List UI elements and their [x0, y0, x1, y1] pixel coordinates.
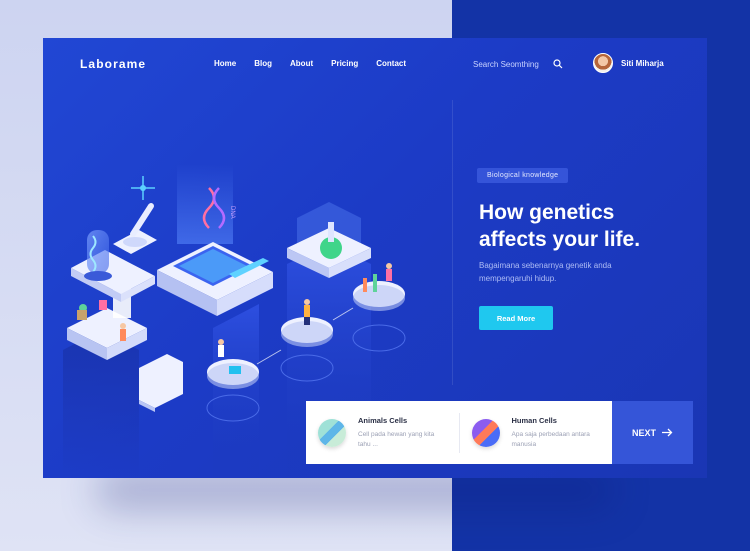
cell-title: Animals Cells	[358, 415, 408, 425]
nav-about[interactable]: About	[290, 59, 313, 68]
search-bar	[473, 59, 563, 69]
nav-contact[interactable]: Contact	[376, 59, 406, 68]
human-cell-icon	[471, 418, 500, 447]
cell-title: Human Cells	[511, 415, 557, 425]
dna-machine: DNA	[157, 164, 273, 478]
read-more-button[interactable]: Read More	[479, 306, 553, 330]
dna-label: DNA	[229, 206, 235, 219]
cell-desc: Apa saja perbedaan antara manusia	[511, 430, 590, 448]
hero-title: How genetics affects your life.	[479, 199, 707, 253]
hero-title-line2: affects your life.	[479, 228, 641, 251]
nav-blog[interactable]: Blog	[254, 59, 272, 68]
hero-subtitle: Bagaimana sebenarnya genetik anda mempen…	[479, 261, 612, 283]
cell-desc: Cell pada hewan yang kita tahu ...	[358, 430, 435, 448]
nav-pricing[interactable]: Pricing	[331, 59, 358, 68]
main-nav: Home Blog About Pricing Contact	[214, 59, 424, 68]
nav-home[interactable]: Home	[214, 59, 236, 68]
avatar[interactable]	[593, 53, 613, 73]
pillar-left	[63, 288, 147, 478]
search-icon[interactable]	[553, 59, 563, 69]
category-badge: Biological knowledge	[477, 168, 569, 183]
animal-cell-icon	[318, 418, 346, 447]
cell-card-animal[interactable]: Animals Cells Cell pada hewan yang kita …	[306, 416, 459, 450]
brand-logo[interactable]: Laborame	[80, 57, 146, 71]
hero-title-line1: How genetics	[479, 201, 615, 224]
next-label: NEXT	[631, 427, 656, 438]
cell-card-human[interactable]: Human Cells Apa saja perbedaan antara ma…	[460, 416, 613, 450]
landing-card: DNA Laborame Home Blog About Pricing Con…	[43, 38, 707, 478]
next-button[interactable]: NEXT	[612, 401, 693, 464]
content-divider	[452, 100, 453, 385]
user-name: Siti Miharja	[621, 58, 664, 68]
search-input[interactable]	[473, 59, 545, 69]
user-profile[interactable]: Siti Miharja	[593, 53, 664, 73]
cells-panel: Animals Cells Cell pada hewan yang kita …	[306, 401, 612, 464]
arrow-right-icon	[662, 428, 673, 437]
microscope-platform	[113, 176, 157, 254]
